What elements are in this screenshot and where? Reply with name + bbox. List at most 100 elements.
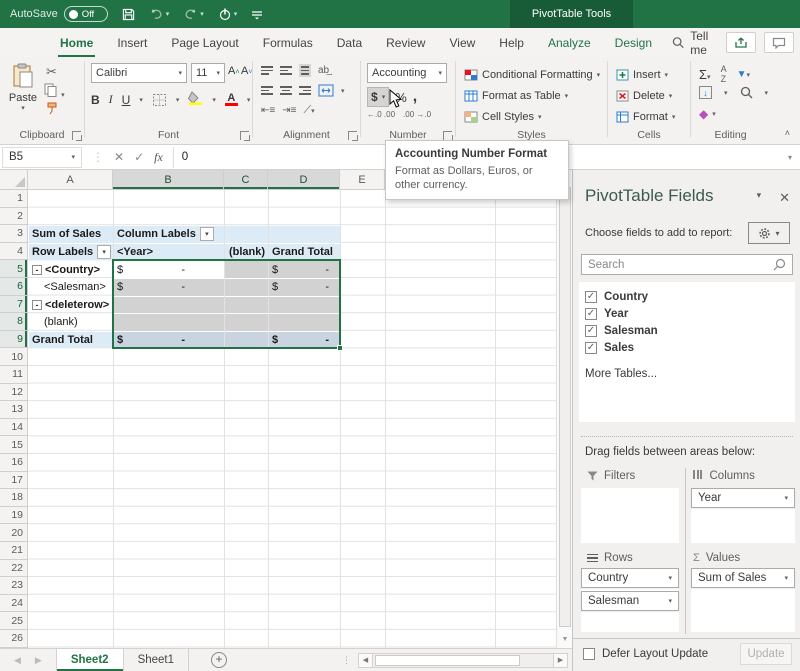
alignment-dialog-launcher[interactable] (348, 131, 357, 140)
field-item-year[interactable]: ✓Year (585, 305, 789, 322)
column-header-A[interactable]: A (28, 170, 113, 190)
row-header-19[interactable]: 19 (0, 507, 28, 525)
cell-D4[interactable]: Grand Total (269, 244, 340, 261)
sheet-tab-sheet1[interactable]: Sheet1 (124, 649, 189, 671)
defer-layout-checkbox[interactable] (583, 648, 595, 660)
format-as-table-button[interactable]: Format as Table▾ (464, 85, 568, 106)
prev-sheet-icon[interactable]: ◀ (14, 655, 21, 666)
autosum-button[interactable]: Σ▾ (699, 67, 711, 82)
row-header-11[interactable]: 11 (0, 366, 28, 384)
accounting-dropdown-icon[interactable]: ▾ (382, 93, 386, 101)
field-checkbox[interactable]: ✓ (585, 325, 597, 337)
cell-B4[interactable]: <Year> (114, 244, 224, 261)
field-item-country[interactable]: ✓Country (585, 288, 789, 305)
cell-A4[interactable]: Row Labels▾ (29, 244, 113, 261)
columns-well[interactable]: Year▾ (691, 488, 795, 543)
field-item-sales[interactable]: ✓Sales (585, 339, 789, 356)
cell-A7[interactable]: -<deleterow> (29, 297, 113, 314)
borders-dropdown-icon[interactable]: ▾ (176, 96, 180, 104)
cell-A3[interactable]: Sum of Sales (29, 226, 113, 243)
more-tables-link[interactable]: More Tables... (585, 368, 789, 380)
accounting-format-button[interactable]: $ ▾ (367, 87, 389, 107)
scroll-left-icon[interactable]: ◀ (358, 653, 373, 668)
fill-color-button[interactable] (188, 91, 203, 108)
italic-button[interactable]: I (109, 92, 113, 107)
align-right-icon[interactable] (299, 86, 311, 95)
cell-B8[interactable] (114, 314, 224, 331)
paste-dropdown-icon[interactable]: ▾ (6, 104, 40, 112)
increase-decimal-button[interactable]: ←.0 .00 (367, 110, 395, 119)
insert-function-button[interactable]: fx (154, 150, 163, 165)
fill-dropdown-icon[interactable]: ▾ (724, 89, 728, 97)
save-button[interactable] (122, 8, 135, 21)
vertical-scroll-thumb[interactable] (559, 187, 571, 627)
field-item-salesman[interactable]: ✓Salesman (585, 322, 789, 339)
cell-D5[interactable]: $- (269, 261, 340, 278)
align-center-icon[interactable] (280, 86, 292, 95)
tab-insert[interactable]: Insert (105, 28, 159, 57)
row-header-15[interactable]: 15 (0, 436, 28, 454)
tab-home[interactable]: Home (48, 28, 105, 57)
decrease-decimal-button[interactable]: .00 →.0 (403, 110, 431, 119)
row-header-12[interactable]: 12 (0, 384, 28, 402)
cell-B6[interactable]: $- (114, 279, 224, 296)
fill-button[interactable]: ↓ (699, 86, 712, 99)
column-header-B[interactable]: B (113, 170, 224, 190)
font-color-button[interactable]: A (225, 94, 238, 106)
row-header-3[interactable]: 3 (0, 225, 28, 243)
cell-A9[interactable]: Grand Total (29, 332, 113, 349)
expand-formula-bar-icon[interactable]: ▾ (780, 153, 800, 162)
cell-C7[interactable] (225, 297, 268, 314)
number-dialog-launcher[interactable] (443, 131, 452, 140)
search-input[interactable]: Search (581, 254, 793, 275)
enter-button[interactable]: ✓ (134, 150, 144, 164)
tab-data[interactable]: Data (325, 28, 374, 57)
touch-mode-button[interactable]: ▾ (218, 7, 238, 21)
row-header-18[interactable]: 18 (0, 489, 28, 507)
namebox-splitter[interactable]: ⋮ (92, 150, 104, 164)
row-header-22[interactable]: 22 (0, 560, 28, 578)
row-header-8[interactable]: 8 (0, 313, 28, 331)
sort-filter-funnel-icon[interactable]: ▼▾ (737, 69, 750, 80)
cell-D3[interactable] (269, 226, 340, 243)
decrease-indent-icon[interactable]: ⇤≡ (261, 105, 275, 116)
next-sheet-icon[interactable]: ▶ (35, 655, 42, 666)
cell-B9[interactable]: $- (114, 332, 224, 349)
collapse-icon[interactable]: - (32, 265, 42, 275)
cell-A8[interactable]: (blank) (29, 314, 113, 331)
comma-style-button[interactable]: , (413, 88, 417, 106)
row-header-7[interactable]: 7 (0, 296, 28, 314)
row-header-25[interactable]: 25 (0, 612, 28, 630)
tab-page-layout[interactable]: Page Layout (159, 28, 250, 57)
undo-button[interactable]: ▾ (149, 8, 170, 21)
underline-dropdown-icon[interactable]: ▾ (139, 96, 143, 104)
tab-view[interactable]: View (437, 28, 487, 57)
row-header-13[interactable]: 13 (0, 401, 28, 419)
orientation-icon[interactable]: ⟋▾ (303, 104, 314, 117)
cut-button[interactable]: ✂ (46, 64, 57, 80)
bold-button[interactable]: B (91, 93, 100, 107)
cell-C4[interactable]: (blank) (225, 244, 268, 261)
cell-C6[interactable] (225, 279, 268, 296)
tab-review[interactable]: Review (374, 28, 437, 57)
conditional-formatting-button[interactable]: Conditional Formatting▾ (464, 64, 600, 85)
touch-mode-dropdown-icon[interactable]: ▾ (234, 10, 238, 18)
cell-D7[interactable] (269, 297, 340, 314)
row-header-6[interactable]: 6 (0, 278, 28, 296)
row-header-9[interactable]: 9 (0, 331, 28, 349)
font-color-dropdown-icon[interactable]: ▾ (247, 96, 251, 104)
share-button[interactable] (726, 32, 756, 53)
scroll-right-icon[interactable]: ▶ (553, 653, 568, 668)
new-sheet-button[interactable]: + (211, 652, 227, 668)
comments-button[interactable] (764, 32, 794, 53)
shrink-font-button[interactable]: A˅ (241, 65, 252, 77)
sheet-tab-sheet2[interactable]: Sheet2 (56, 649, 124, 671)
clipboard-dialog-launcher[interactable] (72, 131, 81, 140)
grow-font-button[interactable]: A˄ (228, 65, 239, 77)
select-all-corner[interactable] (0, 170, 28, 190)
redo-dropdown-icon[interactable]: ▾ (200, 10, 204, 18)
row-header-2[interactable]: 2 (0, 208, 28, 226)
wrap-text-icon[interactable]: ab͢ (318, 65, 329, 76)
filters-well[interactable] (581, 488, 679, 543)
cell-C5[interactable] (225, 261, 268, 278)
